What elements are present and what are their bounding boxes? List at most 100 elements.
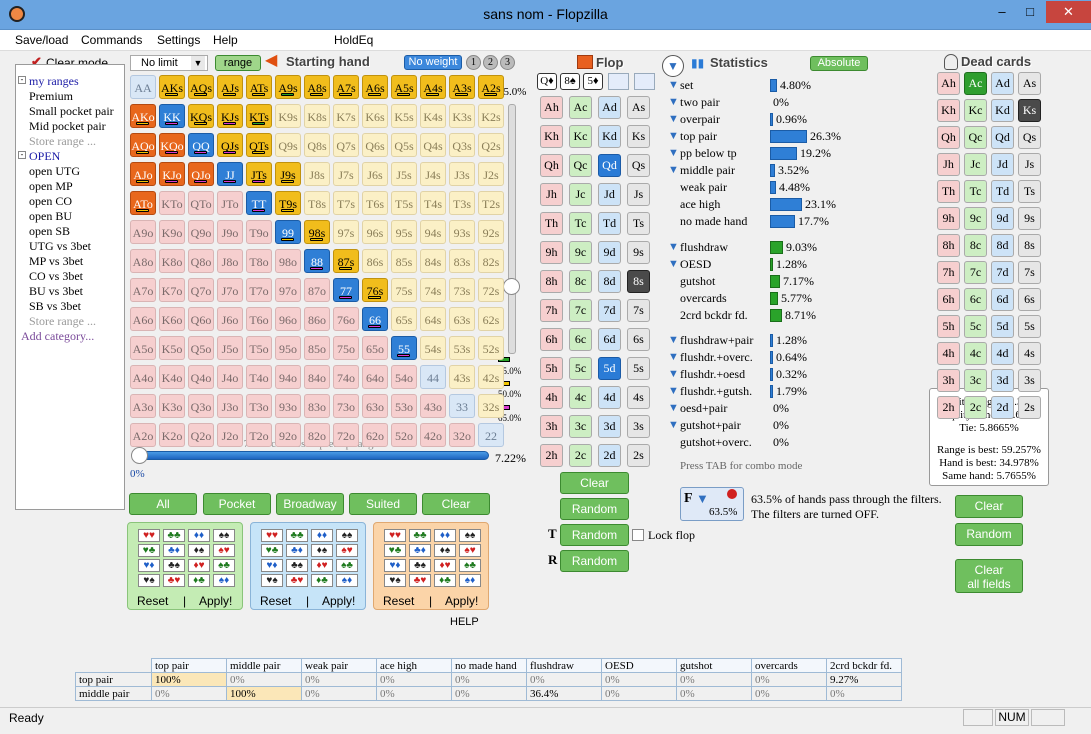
funnel-icon[interactable]: ▼ — [668, 334, 679, 346]
hand-cell-TT[interactable]: TT — [246, 191, 272, 215]
flop-card-5c[interactable]: 5c — [569, 357, 592, 380]
flop-card-7s[interactable]: 7s — [627, 299, 650, 322]
collapse-icon[interactable]: - — [18, 151, 26, 159]
hand-cell-33[interactable]: 33 — [449, 394, 475, 418]
flop-card-7c[interactable]: 7c — [569, 299, 592, 322]
clear-range-button[interactable]: Clear — [422, 493, 490, 515]
suit-combo-icon[interactable]: ♣♠ — [286, 559, 308, 572]
hand-cell-74s[interactable]: 74s — [420, 278, 446, 302]
hand-cell-A3s[interactable]: A3s — [449, 75, 475, 99]
suit-combo-icon[interactable]: ♠♦ — [336, 574, 358, 587]
hand-cell-K4o[interactable]: K4o — [159, 365, 185, 389]
range-item-15[interactable]: SB vs 3bet — [29, 299, 81, 314]
hand-cell-76o[interactable]: 76o — [333, 307, 359, 331]
dead-card-8d[interactable]: 8d — [991, 234, 1014, 257]
table-header[interactable]: weak pair — [301, 658, 377, 673]
no-weight-button[interactable]: No weight — [404, 55, 462, 70]
range-item-3[interactable]: Mid pocket pair — [29, 119, 106, 134]
suit-combo-icon[interactable]: ♠♠ — [459, 529, 481, 542]
dead-card-Jd[interactable]: Jd — [991, 153, 1014, 176]
dead-card-8c[interactable]: 8c — [964, 234, 987, 257]
hand-cell-87o[interactable]: 87o — [304, 278, 330, 302]
hand-cell-53o[interactable]: 53o — [391, 394, 417, 418]
flop-card-4d[interactable]: 4d — [598, 386, 621, 409]
hand-cell-97s[interactable]: 97s — [333, 220, 359, 244]
range-item-1[interactable]: Premium — [29, 89, 73, 104]
hand-cell-88[interactable]: 88 — [304, 249, 330, 273]
suit-combo-icon[interactable]: ♥♦ — [384, 559, 406, 572]
board-card-2[interactable]: 8♠ — [560, 73, 580, 90]
range-item-4[interactable]: Store range ... — [29, 134, 96, 149]
dead-card-Jc[interactable]: Jc — [964, 153, 987, 176]
hand-cell-52s[interactable]: 52s — [478, 336, 504, 360]
suit-combo-icon[interactable]: ♦♥ — [311, 559, 333, 572]
hand-cell-83o[interactable]: 83o — [304, 394, 330, 418]
hand-cell-K5s[interactable]: K5s — [391, 104, 417, 128]
hand-cell-AA[interactable]: AA — [130, 75, 156, 99]
hand-cell-J8o[interactable]: J8o — [217, 249, 243, 273]
range-item-14[interactable]: BU vs 3bet — [29, 284, 83, 299]
hand-cell-KTo[interactable]: KTo — [159, 191, 185, 215]
dead-card-Qd[interactable]: Qd — [991, 126, 1014, 149]
clear-all-fields-button[interactable]: Clear all fields — [955, 559, 1023, 593]
hand-cell-A8s[interactable]: A8s — [304, 75, 330, 99]
hand-cell-A4s[interactable]: A4s — [420, 75, 446, 99]
hand-cell-AQs[interactable]: AQs — [188, 75, 214, 99]
hand-cell-Q8o[interactable]: Q8o — [188, 249, 214, 273]
dead-card-4h[interactable]: 4h — [937, 342, 960, 365]
flop-card-6d[interactable]: 6d — [598, 328, 621, 351]
hand-cell-85s[interactable]: 85s — [391, 249, 417, 273]
dead-card-7s[interactable]: 7s — [1018, 261, 1041, 284]
flop-card-9s[interactable]: 9s — [627, 241, 650, 264]
hand-cell-K2s[interactable]: K2s — [478, 104, 504, 128]
table-header[interactable]: 2crd bckdr fd. — [826, 658, 902, 673]
flop-card-Kh[interactable]: Kh — [540, 125, 563, 148]
suit-combo-icon[interactable]: ♦♥ — [188, 559, 210, 572]
flop-card-Jc[interactable]: Jc — [569, 183, 592, 206]
range-button[interactable]: range — [215, 55, 261, 71]
hand-cell-99[interactable]: 99 — [275, 220, 301, 244]
flop-card-Jh[interactable]: Jh — [540, 183, 563, 206]
suit-combo-icon[interactable]: ♠♥ — [336, 544, 358, 557]
dead-card-Jh[interactable]: Jh — [937, 153, 960, 176]
flop-card-Qd[interactable]: Qd — [598, 154, 621, 177]
hand-cell-QJs[interactable]: QJs — [217, 133, 243, 157]
table-header[interactable]: overcards — [751, 658, 827, 673]
dead-card-9d[interactable]: 9d — [991, 207, 1014, 230]
suited-button[interactable]: Suited — [349, 493, 417, 515]
hand-cell-64s[interactable]: 64s — [420, 307, 446, 331]
flop-card-9h[interactable]: 9h — [540, 241, 563, 264]
hand-cell-92s[interactable]: 92s — [478, 220, 504, 244]
hand-cell-T5o[interactable]: T5o — [246, 336, 272, 360]
funnel-icon[interactable]: ▼ — [668, 258, 679, 270]
suit-combo-icon[interactable]: ♥♥ — [261, 529, 283, 542]
menu-commands[interactable]: Commands — [81, 33, 142, 47]
hand-cell-J2s[interactable]: J2s — [478, 162, 504, 186]
hand-cell-94o[interactable]: 94o — [275, 365, 301, 389]
suit-box-1-apply[interactable]: Apply! — [199, 594, 232, 608]
menu-holdeq[interactable]: HoldEq — [334, 33, 373, 47]
range-slider-thumb[interactable] — [131, 447, 148, 464]
vertical-slider-thumb[interactable] — [503, 278, 520, 295]
flop-card-Ks[interactable]: Ks — [627, 125, 650, 148]
hand-cell-43o[interactable]: 43o — [420, 394, 446, 418]
hand-cell-QTo[interactable]: QTo — [188, 191, 214, 215]
dead-card-3s[interactable]: 3s — [1018, 369, 1041, 392]
dead-card-Ac[interactable]: Ac — [964, 72, 987, 95]
dead-card-9h[interactable]: 9h — [937, 207, 960, 230]
funnel-icon[interactable]: ▼ — [668, 351, 679, 363]
hand-cell-82o[interactable]: 82o — [304, 423, 330, 447]
river-random-button[interactable]: Random — [560, 550, 629, 572]
suit-combo-icon[interactable]: ♥♦ — [138, 559, 160, 572]
hand-cell-98o[interactable]: 98o — [275, 249, 301, 273]
dead-card-8s[interactable]: 8s — [1018, 234, 1041, 257]
flop-card-Ad[interactable]: Ad — [598, 96, 621, 119]
table-header[interactable]: middle pair — [226, 658, 302, 673]
hand-cell-A2s[interactable]: A2s — [478, 75, 504, 99]
hand-cell-KK[interactable]: KK — [159, 104, 185, 128]
hand-cell-AJs[interactable]: AJs — [217, 75, 243, 99]
table-header[interactable]: flushdraw — [526, 658, 602, 673]
hand-cell-K9s[interactable]: K9s — [275, 104, 301, 128]
dead-card-5s[interactable]: 5s — [1018, 315, 1041, 338]
suit-combo-icon[interactable]: ♣♥ — [409, 574, 431, 587]
